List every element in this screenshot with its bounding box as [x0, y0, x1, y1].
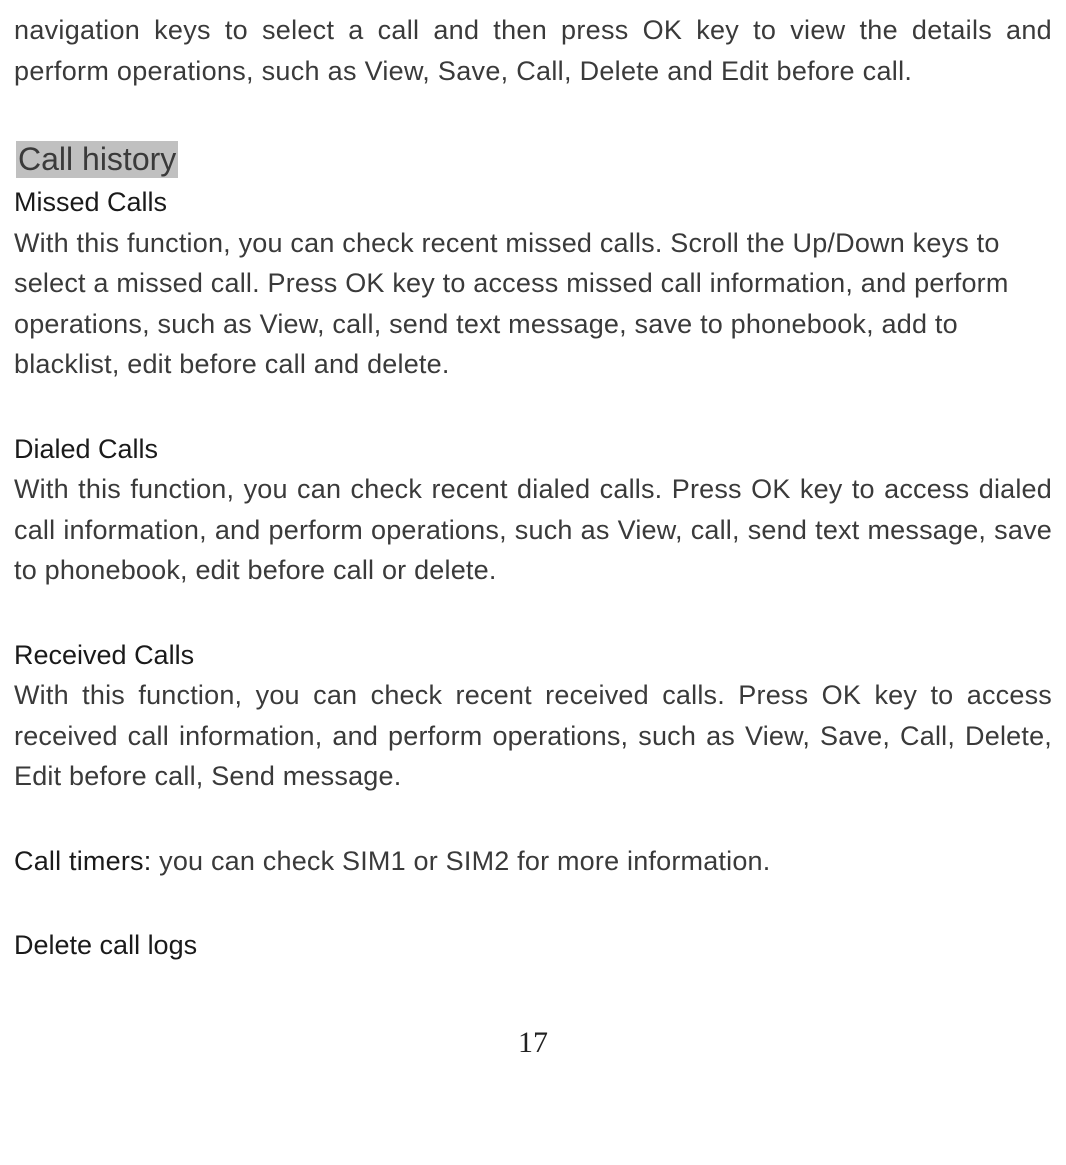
document-page: navigation keys to select a call and the…	[0, 0, 1066, 1080]
body-received-calls: With this function, you can check recent…	[14, 675, 1052, 797]
label-call-timers: Call timers:	[14, 846, 159, 876]
body-call-timers: Call timers: you can check SIM1 or SIM2 …	[14, 841, 1052, 882]
body-missed-calls: With this function, you can check recent…	[14, 223, 1052, 385]
page-number: 17	[14, 1026, 1052, 1060]
heading-delete-call-logs: Delete call logs	[14, 925, 1052, 966]
section-title-wrapper: Call history	[14, 141, 1052, 182]
intro-paragraph: navigation keys to select a call and the…	[14, 10, 1052, 91]
heading-dialed-calls: Dialed Calls	[14, 429, 1052, 470]
section-title-call-history: Call history	[16, 141, 178, 178]
body-dialed-calls: With this function, you can check recent…	[14, 469, 1052, 591]
heading-missed-calls: Missed Calls	[14, 182, 1052, 223]
heading-received-calls: Received Calls	[14, 635, 1052, 676]
text-call-timers: you can check SIM1 or SIM2 for more info…	[159, 846, 770, 876]
